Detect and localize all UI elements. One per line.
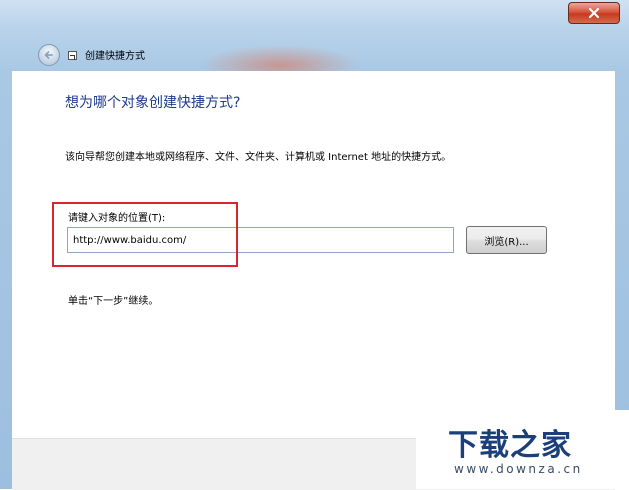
back-arrow-icon [44,51,53,59]
shortcut-icon [68,51,77,60]
close-button[interactable] [568,2,620,24]
window-title: 创建快捷方式 [85,51,145,62]
watermark-title: 下载之家 [448,428,572,463]
back-button[interactable] [38,44,60,66]
wizard-heading: 想为哪个对象创建快捷方式? [65,95,241,111]
annotation-highlight-box [52,202,238,267]
continue-hint: 单击“下一步”继续。 [68,296,159,307]
browse-button[interactable]: 浏览(R)... [466,226,547,254]
watermark-url: www.downza.cn [454,462,583,476]
window-frame-left [0,71,12,489]
close-icon [588,7,600,19]
watermark: 下载之家 www.downza.cn [416,410,629,489]
wizard-description: 该向导帮您创建本地或网络程序、文件、文件夹、计算机或 Internet 地址的快… [65,152,452,163]
create-shortcut-window: 创建快捷方式 想为哪个对象创建快捷方式? 该向导帮您创建本地或网络程序、文件、文… [0,0,629,490]
